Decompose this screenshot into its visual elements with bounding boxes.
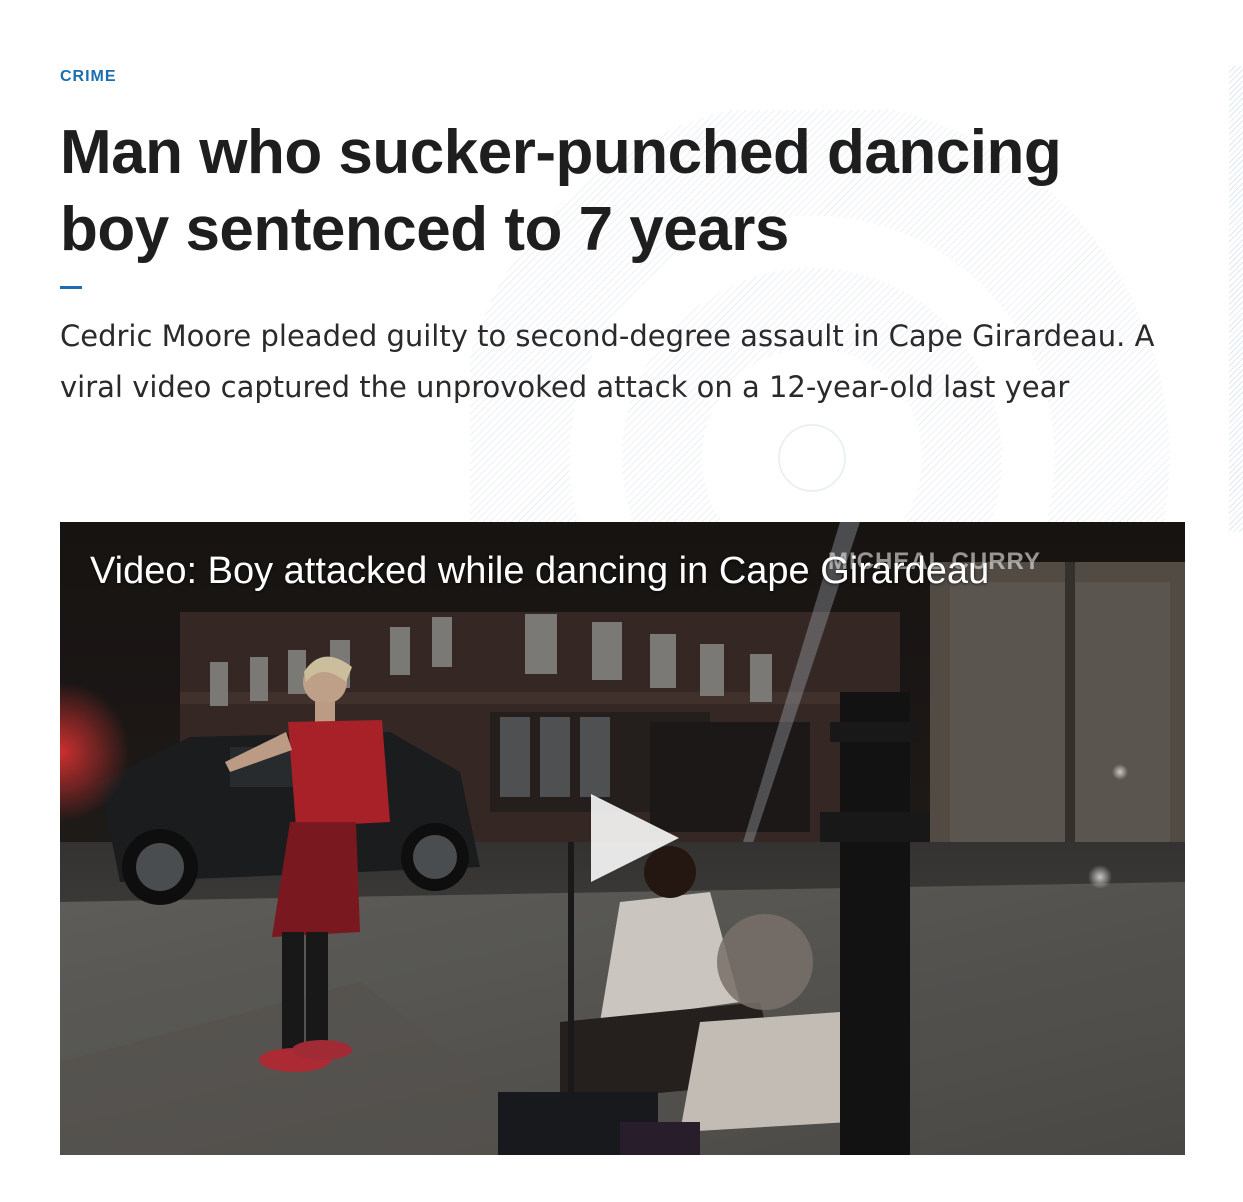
- category-link[interactable]: CRIME: [60, 68, 117, 86]
- video-player[interactable]: MICHEAL CURRY Video: Boy attacked while …: [60, 522, 1185, 1155]
- article-dek: Cedric Moore pleaded guilty to second-de…: [60, 319, 1155, 404]
- play-icon: [591, 794, 679, 882]
- play-button[interactable]: [585, 790, 681, 886]
- article-page: CRIME Man who sucker-punched dancing boy…: [0, 0, 1243, 1202]
- headline: Man who sucker-punched dancing boy sente…: [60, 118, 1062, 264]
- accent-rule: [60, 286, 82, 289]
- video-title: Video: Boy attacked while dancing in Cap…: [90, 550, 990, 592]
- decorative-strip: [1229, 66, 1243, 532]
